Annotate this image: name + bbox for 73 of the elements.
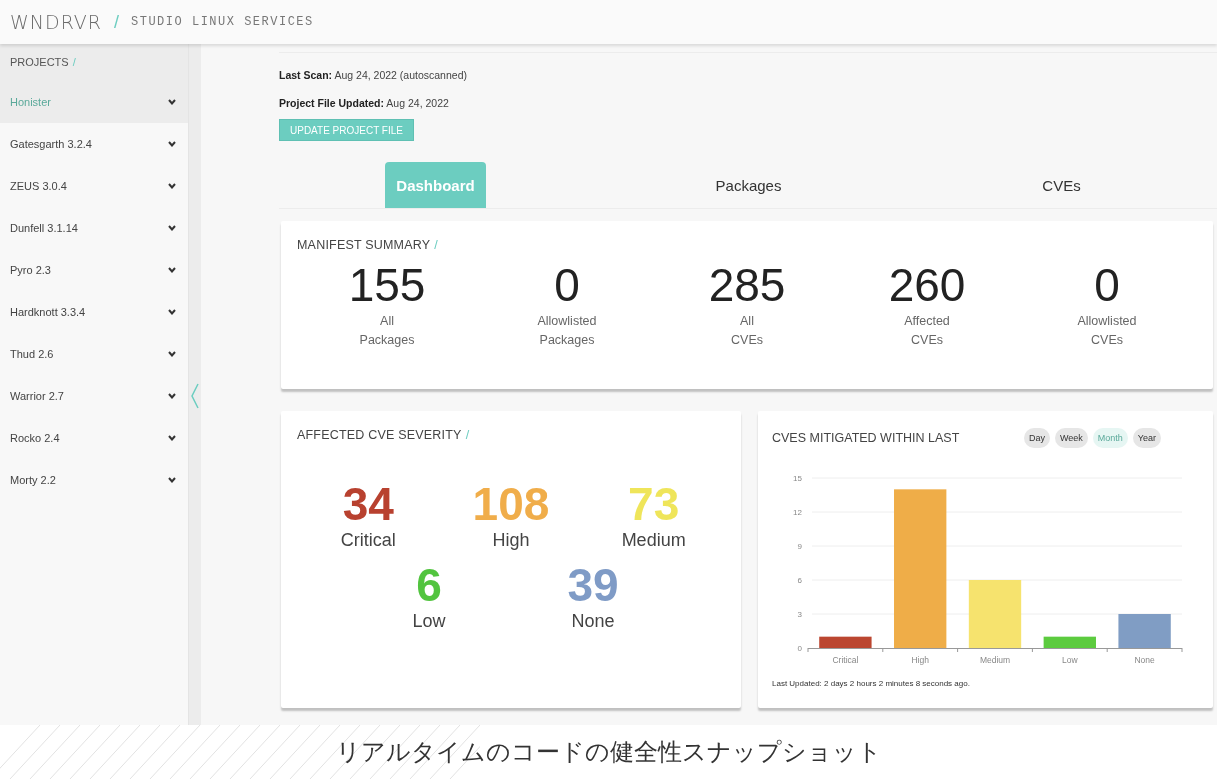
severity-count: 39 xyxy=(567,559,619,611)
scan-info-text: Last Scan: Aug 24, 2022 (autoscanned) xyxy=(279,69,467,83)
chevron-down-icon[interactable] xyxy=(168,435,176,441)
chevron-down-icon[interactable] xyxy=(168,225,176,231)
x-tick-label: Critical xyxy=(832,655,859,665)
sidebar-item[interactable]: ZEUS 3.0.4 xyxy=(0,165,188,207)
y-tick-label: 0 xyxy=(797,644,802,653)
caption: リアルタイムのコードの健全性スナップショット xyxy=(335,737,882,768)
period-chip[interactable]: Week xyxy=(1054,428,1088,448)
bar xyxy=(1043,636,1096,648)
severity-label: Medium xyxy=(621,530,686,551)
stat-label: Allowlisted Packages xyxy=(537,313,597,349)
sidebar-item[interactable]: Dunfell 3.1.14 xyxy=(0,207,188,249)
severity-label: High xyxy=(492,530,530,551)
stat-value: 155 xyxy=(348,258,426,312)
period-chip[interactable]: Day xyxy=(1023,428,1050,448)
sidebar-item[interactable]: Morty 2.2 xyxy=(0,459,188,501)
bar xyxy=(1118,614,1171,648)
bar xyxy=(968,580,1022,648)
chevron-down-icon[interactable] xyxy=(168,267,176,273)
severity-label: Low xyxy=(412,611,446,632)
sidebar-item[interactable]: Thud 2.6 xyxy=(0,333,188,375)
sidebar-heading: PROJECTS xyxy=(10,56,69,68)
logo[interactable]: WNDRVR xyxy=(10,11,102,33)
tab[interactable]: CVEs xyxy=(1031,162,1092,208)
period-chip[interactable]: Year xyxy=(1132,428,1161,448)
x-tick-label: Medium xyxy=(979,655,1011,665)
page-title: STUDIO LINUX SERVICES xyxy=(131,15,314,29)
sidebar-item[interactable]: Warrior 2.7 xyxy=(0,375,188,417)
separator: / xyxy=(114,11,119,33)
stat-value: 0 xyxy=(554,258,580,312)
chevron-down-icon[interactable] xyxy=(168,98,176,105)
chevron-down-icon[interactable] xyxy=(168,477,176,483)
tab[interactable]: Packages xyxy=(704,162,793,208)
severity-label: None xyxy=(571,611,615,632)
y-tick-label: 12 xyxy=(793,508,802,517)
sidebar-item[interactable]: Rocko 2.4 xyxy=(0,417,188,459)
chevron-down-icon[interactable] xyxy=(168,393,176,399)
chevron-down-icon[interactable] xyxy=(168,351,176,357)
title-slash: / xyxy=(465,428,470,442)
x-tick-label: Low xyxy=(1062,655,1078,665)
severity-count: 34 xyxy=(342,478,394,530)
y-tick-label: 9 xyxy=(797,542,802,551)
stat-value: 260 xyxy=(888,258,966,312)
severity-count: 108 xyxy=(472,478,550,530)
card-title: AFFECTED CVE SEVERITY xyxy=(297,428,462,442)
title-slash: / xyxy=(434,238,438,252)
sidebar-item[interactable]: Hardknott 3.3.4 xyxy=(0,291,188,333)
stat-label: Allowlisted CVEs xyxy=(1077,313,1137,349)
x-tick-label: None xyxy=(1134,655,1155,665)
y-tick-label: 6 xyxy=(797,576,802,585)
heading-slash: / xyxy=(72,56,76,68)
sidebar-item[interactable]: Gatesgarth 3.2.4 xyxy=(0,123,188,165)
stat-value: 0 xyxy=(1094,258,1120,312)
last-updated-text: Last Updated: 2 days 2 hours 2 minutes 8 seconds ago. xyxy=(772,679,971,688)
bar xyxy=(819,636,872,648)
stat-label: All Packages xyxy=(359,313,415,349)
stat-label: Affected CVEs xyxy=(904,313,950,349)
y-tick-label: 3 xyxy=(797,610,802,619)
scan-info-text: Project File Updated: Aug 24, 2022 xyxy=(279,97,449,111)
card-title: MANIFEST SUMMARY xyxy=(297,238,431,252)
stat-label: All CVEs xyxy=(731,313,763,349)
y-tick-label: 15 xyxy=(793,474,802,483)
chevron-down-icon[interactable] xyxy=(168,183,176,189)
chevron-down-icon[interactable] xyxy=(168,141,176,147)
card-title: CVES MITIGATED WITHIN LAST xyxy=(772,431,960,445)
sidebar-item[interactable]: Pyro 2.3 xyxy=(0,249,188,291)
severity-count: 73 xyxy=(628,478,680,530)
severity-label: Critical xyxy=(340,530,396,551)
chevron-down-icon[interactable] xyxy=(168,309,176,315)
stat-value: 285 xyxy=(708,258,786,312)
x-tick-label: High xyxy=(911,655,929,665)
severity-count: 6 xyxy=(416,559,442,611)
